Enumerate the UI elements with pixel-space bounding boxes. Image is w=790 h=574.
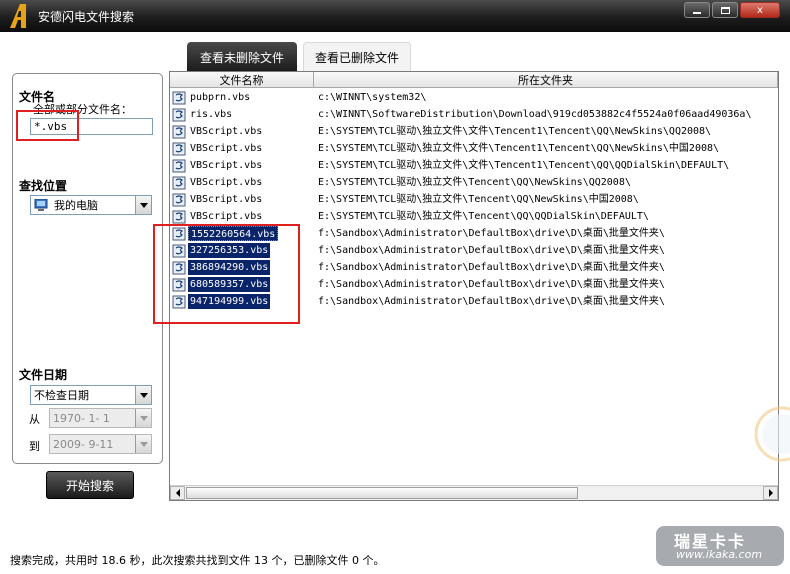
maximize-icon	[720, 6, 730, 14]
vbs-script-file-icon	[172, 176, 186, 189]
annotation-box-filename	[16, 110, 79, 141]
vbs-script-file-icon	[172, 210, 186, 223]
file-cell[interactable]: VBScript.vbs	[172, 175, 264, 190]
file-name: VBScript.vbs	[190, 143, 263, 154]
minimize-button[interactable]	[684, 2, 710, 18]
file-name: VBScript.vbs	[190, 160, 263, 171]
vbs-script-file-icon	[172, 108, 186, 121]
table-row[interactable]: VBScript.vbs E:\SYSTEM\TCL驱动\独立文件\Tencent…	[170, 191, 778, 208]
arrow-right-icon	[768, 489, 773, 497]
vbs-script-file-icon	[172, 91, 186, 104]
date-mode-value: 不检查日期	[34, 389, 89, 402]
date-from-value: 1970- 1- 1	[53, 411, 110, 425]
horizontal-scrollbar[interactable]	[170, 485, 778, 500]
file-folder: E:\SYSTEM\TCL驱动\独立文件\Tencent\QQ\QQDialSk…	[318, 211, 649, 222]
table-row[interactable]: pubprn.vbs c:\WINNT\system32\	[170, 89, 778, 106]
file-name: pubprn.vbs	[190, 92, 251, 103]
chevron-down-icon	[139, 441, 148, 447]
file-cell[interactable]: ris.vbs	[172, 107, 234, 122]
minimize-icon	[693, 12, 701, 14]
date-from-dropdown-arrow[interactable]	[135, 409, 151, 427]
file-folder: E:\SYSTEM\TCL驱动\独立文件\文件\Tencent1\Tencent…	[318, 160, 730, 171]
file-folder: c:\WINNT\SoftwareDistribution\Download\9…	[318, 109, 752, 120]
file-folder: E:\SYSTEM\TCL驱动\独立文件\Tencent\QQ\NewSkins…	[318, 177, 631, 188]
file-cell[interactable]: VBScript.vbs	[172, 192, 264, 207]
close-button[interactable]: x	[740, 2, 780, 18]
scrollbar-thumb[interactable]	[186, 487, 578, 499]
file-folder: f:\Sandbox\Administrator\DefaultBox\driv…	[318, 245, 665, 256]
date-mode-dropdown-arrow[interactable]	[135, 386, 151, 404]
chevron-down-icon	[139, 415, 148, 421]
table-row[interactable]: ris.vbs c:\WINNT\SoftwareDistribution\Dow…	[170, 106, 778, 123]
window-controls: x	[684, 2, 780, 18]
maximize-button[interactable]	[712, 2, 738, 18]
title-bar: 安德闪电文件搜索 x	[0, 0, 790, 32]
column-header-folder[interactable]: 所在文件夹	[314, 72, 778, 88]
date-from-label: 从	[29, 413, 40, 426]
scroll-left-button[interactable]	[170, 486, 185, 500]
vbs-script-file-icon	[172, 159, 186, 172]
table-row[interactable]: VBScript.vbs E:\SYSTEM\TCL驱动\独立文件\文件\Tenc…	[170, 157, 778, 174]
file-folder: E:\SYSTEM\TCL驱动\独立文件\Tencent\QQ\NewSkins…	[318, 194, 639, 205]
table-row[interactable]: VBScript.vbs E:\SYSTEM\TCL驱动\独立文件\文件\Tenc…	[170, 140, 778, 157]
chevron-down-icon	[139, 202, 148, 208]
location-dropdown-arrow[interactable]	[135, 196, 151, 214]
file-folder: c:\WINNT\system32\	[318, 92, 427, 103]
file-cell[interactable]: VBScript.vbs	[172, 141, 264, 156]
file-folder: f:\Sandbox\Administrator\DefaultBox\driv…	[318, 228, 665, 239]
arrow-left-icon	[175, 489, 180, 497]
file-folder: E:\SYSTEM\TCL驱动\独立文件\文件\Tencent1\Tencent…	[318, 126, 712, 137]
tab-undeleted-files[interactable]: 查看未删除文件	[187, 42, 297, 72]
vbs-script-file-icon	[172, 142, 186, 155]
file-cell[interactable]: VBScript.vbs	[172, 158, 264, 173]
location-select[interactable]: 我的电脑	[30, 195, 152, 215]
file-name: VBScript.vbs	[190, 211, 263, 222]
location-heading: 查找位置	[19, 179, 68, 193]
table-row[interactable]: VBScript.vbs E:\SYSTEM\TCL驱动\独立文件\Tencent…	[170, 208, 778, 225]
annotation-box-selected-files	[153, 224, 300, 324]
magnifier-decoration-icon	[754, 406, 790, 462]
file-name: VBScript.vbs	[190, 126, 263, 137]
vbs-script-file-icon	[172, 193, 186, 206]
date-to-label: 到	[29, 440, 40, 453]
file-folder: f:\Sandbox\Administrator\DefaultBox\driv…	[318, 262, 665, 273]
column-header-filename[interactable]: 文件名称	[170, 72, 314, 88]
file-name: ris.vbs	[190, 109, 233, 120]
close-icon: x	[757, 4, 763, 16]
date-to-dropdown-arrow[interactable]	[135, 435, 151, 453]
table-row[interactable]: VBScript.vbs E:\SYSTEM\TCL驱动\独立文件\Tencent…	[170, 174, 778, 191]
file-folder: E:\SYSTEM\TCL驱动\独立文件\文件\Tencent1\Tencent…	[318, 143, 720, 154]
file-cell[interactable]: pubprn.vbs	[172, 90, 252, 105]
status-text: 搜索完成，共用时 18.6 秒，此次搜索共找到文件 13 个，已删除文件 0 个…	[10, 554, 385, 567]
location-value: 我的电脑	[54, 199, 98, 212]
watermark-url: www.ikaka.com	[676, 548, 763, 561]
file-name: VBScript.vbs	[190, 194, 263, 205]
vbs-script-file-icon	[172, 125, 186, 138]
window-title: 安德闪电文件搜索	[38, 10, 135, 24]
file-folder: f:\Sandbox\Administrator\DefaultBox\driv…	[318, 296, 665, 307]
file-cell[interactable]: VBScript.vbs	[172, 209, 264, 224]
date-heading: 文件日期	[19, 368, 68, 382]
file-folder: f:\Sandbox\Administrator\DefaultBox\driv…	[318, 279, 665, 290]
scroll-right-button[interactable]	[763, 486, 778, 500]
table-row[interactable]: VBScript.vbs E:\SYSTEM\TCL驱动\独立文件\文件\Tenc…	[170, 123, 778, 140]
computer-icon	[34, 199, 48, 211]
file-cell[interactable]: VBScript.vbs	[172, 124, 264, 139]
start-search-button[interactable]: 开始搜索	[46, 471, 134, 499]
date-from-picker[interactable]: 1970- 1- 1	[49, 408, 152, 428]
date-mode-select[interactable]: 不检查日期	[30, 385, 152, 405]
site-watermark: 瑞星卡卡 www.ikaka.com	[656, 526, 784, 566]
tab-deleted-files[interactable]: 查看已删除文件	[303, 42, 411, 72]
date-to-value: 2009- 9-11	[53, 437, 114, 451]
date-to-picker[interactable]: 2009- 9-11	[49, 434, 152, 454]
file-name: VBScript.vbs	[190, 177, 263, 188]
app-logo-icon	[10, 4, 26, 28]
chevron-down-icon	[139, 392, 148, 398]
